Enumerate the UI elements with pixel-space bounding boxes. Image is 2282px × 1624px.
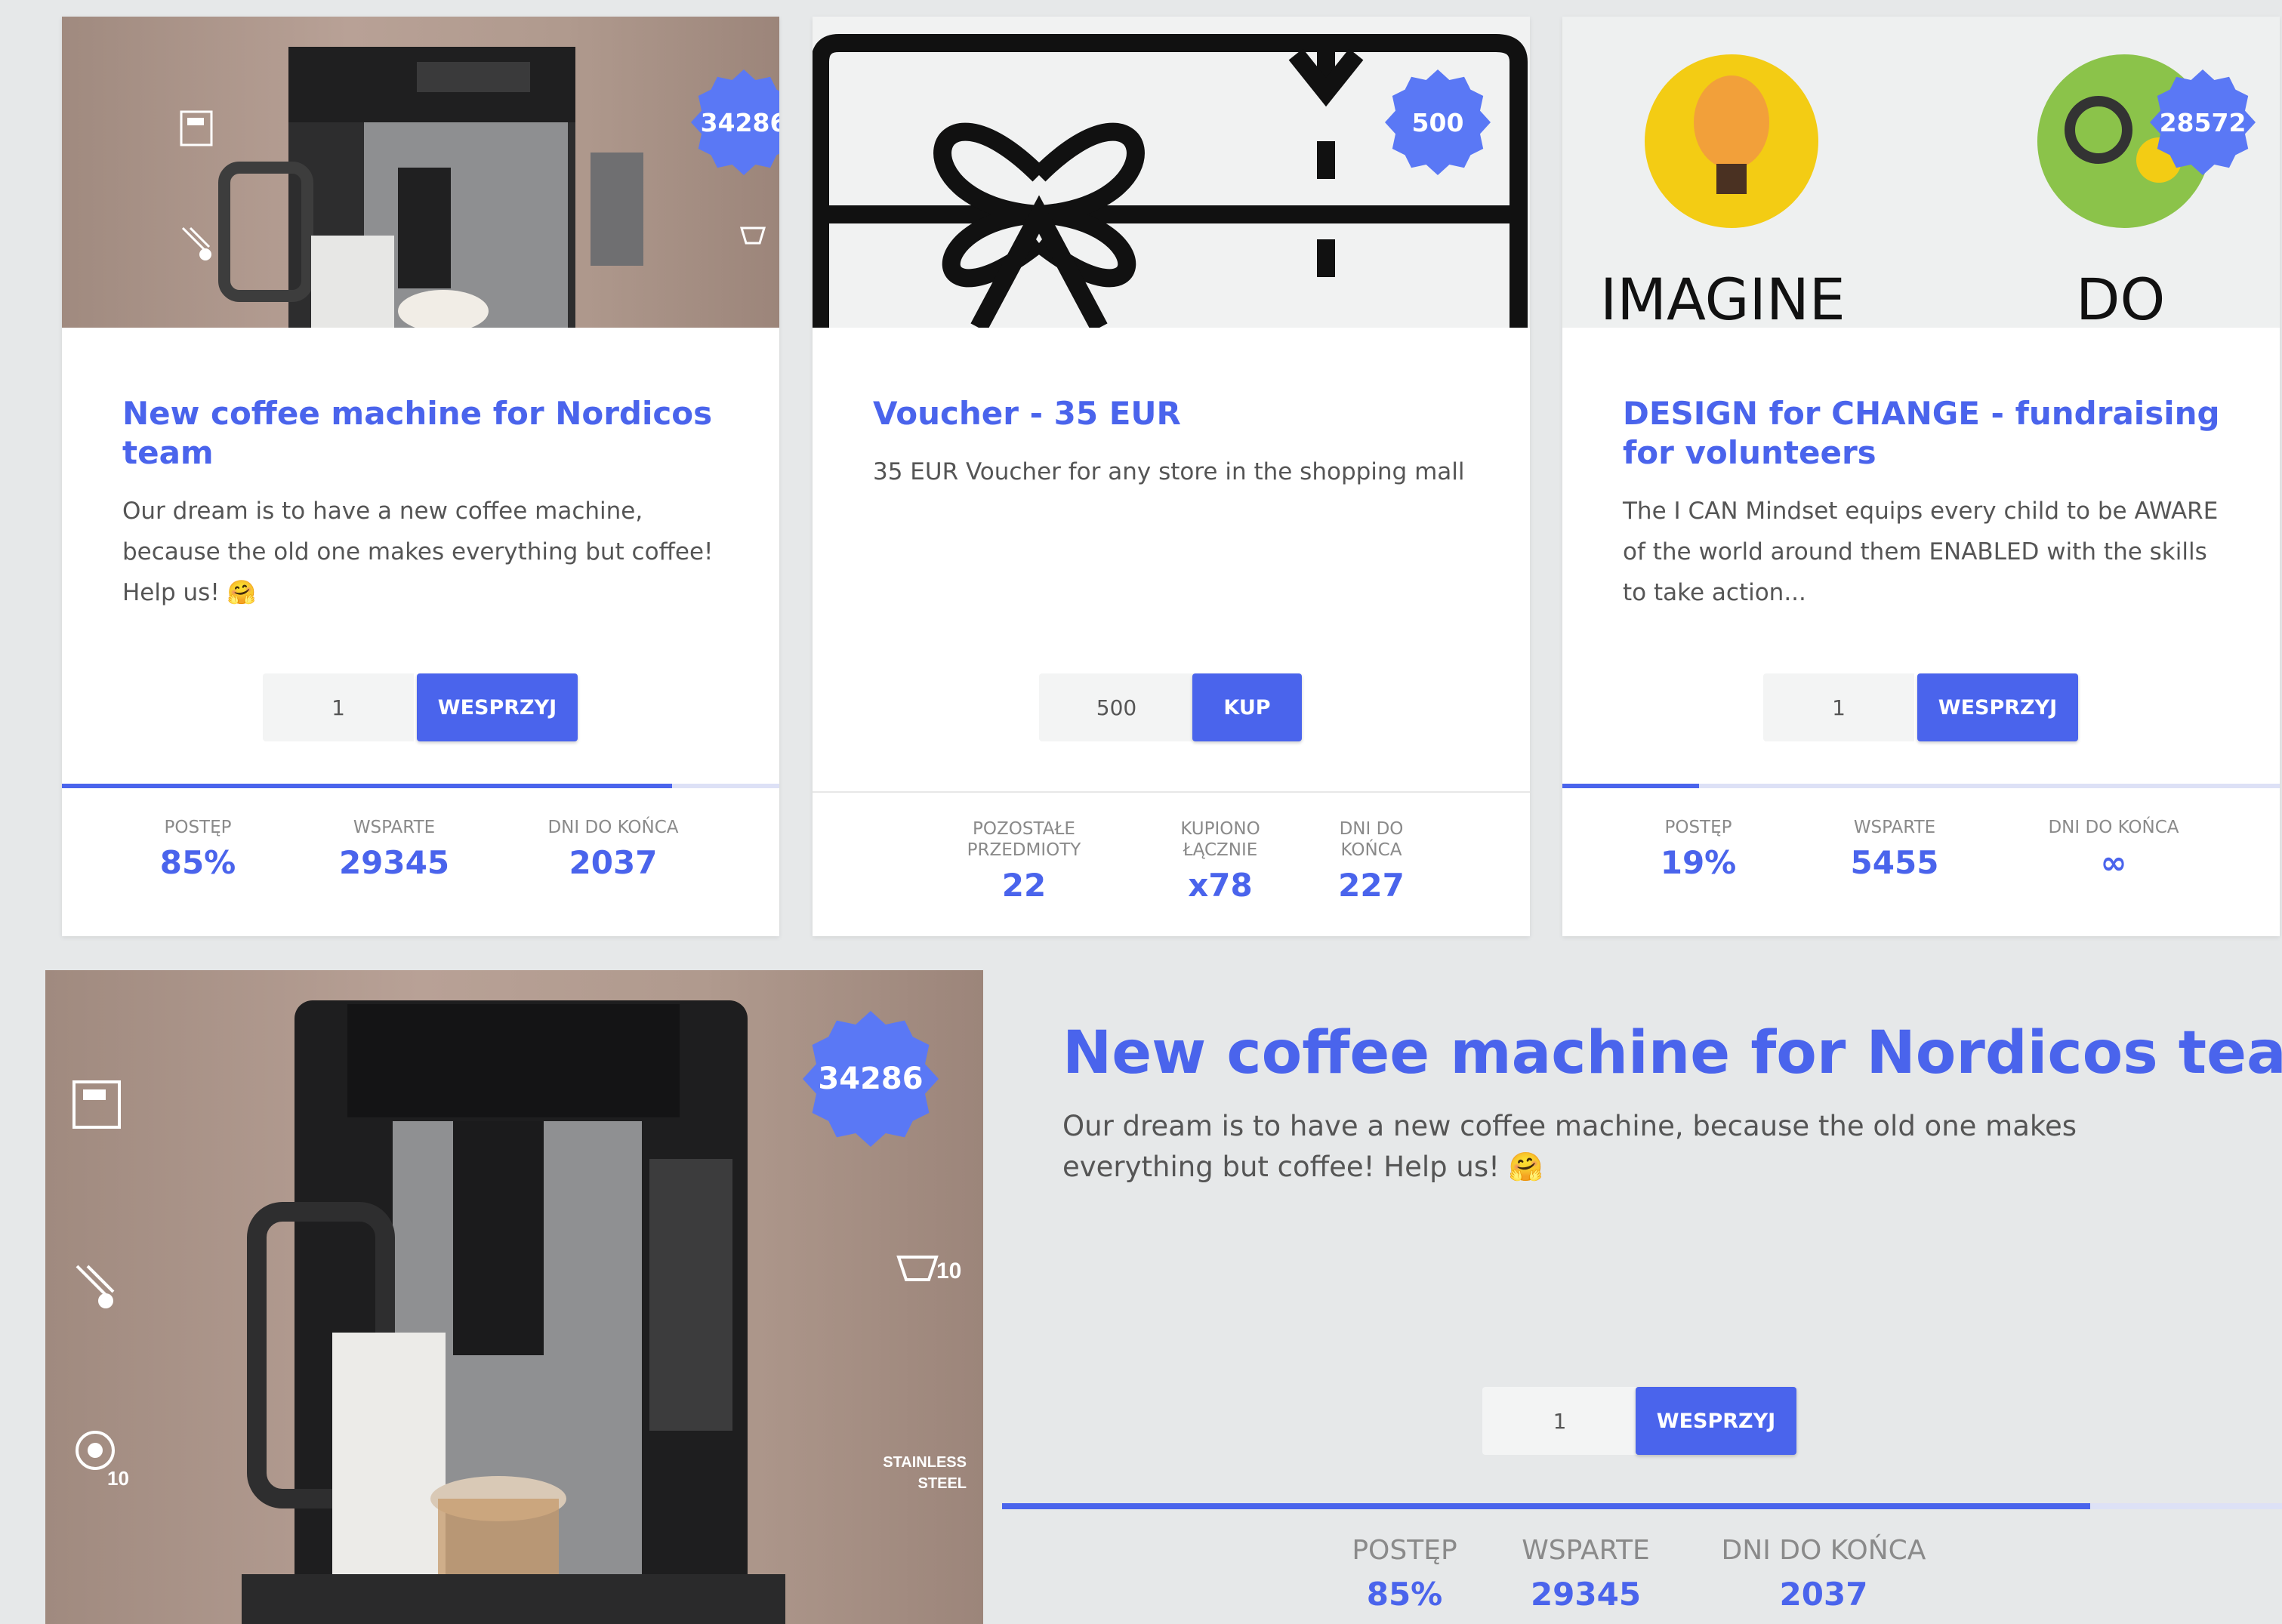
featured-progress-bar [1002, 1503, 2282, 1509]
progress-bar [1562, 784, 2280, 788]
stat-value: 5455 [1850, 844, 1939, 881]
progress-fill [1562, 784, 1699, 788]
points-badge: 28572 [2150, 69, 2256, 175]
price-badge: 500 [1385, 69, 1491, 175]
card-image[interactable]: IMAGINE DO 28572 [1562, 17, 2280, 328]
stat-label: WSPARTE [1522, 1535, 1650, 1566]
stat-value: 2037 [569, 844, 658, 881]
stat-days-left: DNI DO KOŃCA 2037 [523, 817, 704, 881]
quantity-input[interactable] [263, 673, 414, 741]
stat-label: POSTĘP [1664, 818, 1732, 837]
stat-supported: WSPARTE 5455 [1819, 817, 1970, 881]
support-button[interactable]: WESPRZYJ [1636, 1387, 1796, 1455]
quantity-input[interactable] [1763, 673, 1914, 741]
stat-label: DNI DO KOŃCA [1721, 1535, 1926, 1566]
stat-label: WSPARTE [353, 818, 436, 837]
stat-label: POSTĘP [1352, 1535, 1457, 1566]
support-button[interactable]: WESPRZYJ [1917, 673, 2078, 741]
stainless-steel-label: STAINLESS STEEL [883, 1454, 967, 1492]
support-button[interactable]: WESPRZYJ [417, 673, 578, 741]
stat-value: 85% [159, 844, 236, 881]
progress-fill [62, 784, 672, 788]
image-text-do: DO [2076, 266, 2166, 328]
points-badge: 34286 [691, 69, 779, 175]
quantity-input[interactable] [1482, 1387, 1637, 1455]
stat-value: 85% [1366, 1576, 1443, 1613]
featured-title[interactable]: New coffee machine for Nordicos team [1062, 1019, 2282, 1087]
cups-count: 10 [936, 1259, 962, 1283]
cups-icon [739, 226, 766, 245]
latte-icon [72, 1080, 121, 1129]
stat-progress: POSTĘP 19% [1638, 817, 1759, 881]
stat-items-left: POZOSTAŁE PRZEDMIOTY 22 [933, 818, 1115, 904]
stat-supported: WSPARTE 29345 [1503, 1535, 1669, 1613]
card-image[interactable]: 500 [813, 17, 1530, 328]
grinder-count: 10 [107, 1467, 129, 1490]
stat-value: 29345 [338, 844, 450, 881]
featured-image[interactable]: 10 10 STAINLESS STEEL 34286 [45, 970, 983, 1624]
divider [813, 791, 1530, 793]
stat-progress: POSTĘP 85% [137, 817, 258, 881]
stat-progress: POSTĘP 85% [1329, 1535, 1480, 1613]
filter-icon [181, 226, 211, 260]
stat-bought-total: KUPIONO ŁĄCZNIE x78 [1160, 818, 1281, 904]
stat-value: x78 [1188, 867, 1253, 904]
image-text-imagine: IMAGINE [1600, 266, 1846, 328]
card-title[interactable]: DESIGN for CHANGE - fundraising for volu… [1623, 394, 2227, 473]
card-title[interactable]: Voucher - 35 EUR [873, 394, 1477, 433]
stat-value: 227 [1338, 867, 1405, 904]
card-title[interactable]: New coffee machine for Nordicos team [122, 394, 726, 473]
campaign-card-coffee[interactable]: 34286 New coffee machine for Nordicos te… [62, 17, 779, 936]
stat-days-left: DNI DO KOŃCA 227 [1326, 818, 1417, 904]
card-description: Our dream is to have a new coffee machin… [122, 498, 714, 606]
stat-days-left: DNI DO KOŃCA 2037 [1699, 1535, 1948, 1613]
card-description: The I CAN Mindset equips every child to … [1623, 498, 2219, 606]
card-description: 35 EUR Voucher for any store in the shop… [873, 458, 1465, 485]
progress-bar [62, 784, 779, 788]
stat-label: POZOSTAŁE PRZEDMIOTY [967, 819, 1081, 860]
stat-label: WSPARTE [1853, 818, 1936, 837]
stat-value: ∞ [2100, 844, 2127, 881]
stat-value: 19% [1660, 844, 1737, 881]
card-image[interactable]: 34286 [62, 17, 779, 328]
stat-label: DNI DO KOŃCA [547, 818, 679, 837]
stat-label: POSTĘP [164, 818, 232, 837]
stat-value: 29345 [1530, 1576, 1642, 1613]
stat-value: 2037 [1779, 1576, 1868, 1613]
featured-description: Our dream is to have a new coffee machin… [1062, 1110, 2077, 1183]
quantity-input[interactable] [1039, 673, 1194, 741]
stat-label: KUPIONO ŁĄCZNIE [1180, 819, 1260, 860]
campaign-card-design-for-change[interactable]: IMAGINE DO 28572 DESIGN for CHANGE - fun… [1562, 17, 2280, 936]
stat-supported: WSPARTE 29345 [319, 817, 470, 881]
buy-button[interactable]: KUP [1192, 673, 1302, 741]
filter-icon [76, 1265, 115, 1308]
progress-fill [1002, 1503, 2090, 1509]
stat-label: DNI DO KOŃCA [2048, 818, 2179, 837]
stat-days-left: DNI DO KOŃCA ∞ [2023, 817, 2204, 881]
points-badge: 34286 [803, 1011, 939, 1147]
coffee-machine-drawing [218, 47, 643, 328]
latte-icon [180, 110, 213, 146]
stat-label: DNI DO KOŃCA [1339, 819, 1404, 860]
campaign-card-voucher[interactable]: 500 Voucher - 35 EUR 35 EUR Voucher for … [813, 17, 1530, 936]
stat-value: 22 [1001, 867, 1047, 904]
